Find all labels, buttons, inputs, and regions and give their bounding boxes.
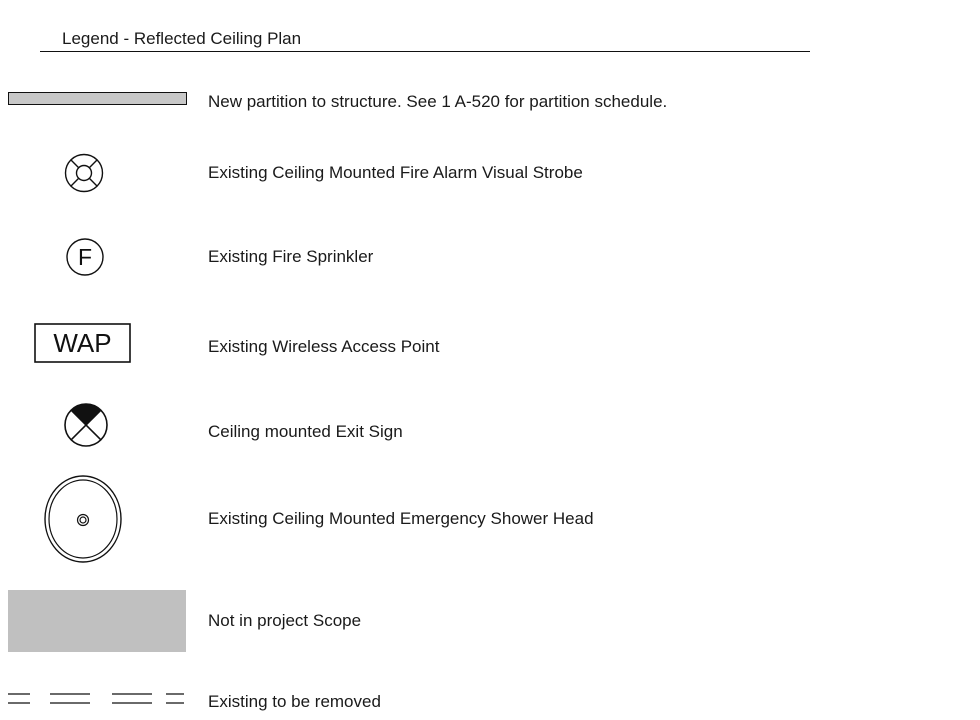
fire-alarm-strobe-icon bbox=[62, 151, 106, 195]
dashed-removal-line-icon bbox=[8, 692, 184, 706]
fire-sprinkler-icon: F bbox=[64, 236, 106, 278]
legend-title-text: Legend - Reflected Ceiling Plan bbox=[62, 29, 302, 48]
fire-sprinkler-label: F bbox=[78, 244, 92, 270]
legend-item-exit-text: Ceiling mounted Exit Sign bbox=[208, 422, 403, 441]
legend-item-removed-text: Existing to be removed bbox=[208, 692, 381, 711]
legend-item-sprinkler-text: Existing Fire Sprinkler bbox=[208, 247, 374, 266]
legend-item-partition-text: New partition to structure. See 1 A-520 … bbox=[208, 92, 668, 111]
wap-label: WAP bbox=[53, 328, 111, 358]
legend-title: Legend - Reflected Ceiling Plan bbox=[40, 27, 810, 52]
legend-item-strobe-text: Existing Ceiling Mounted Fire Alarm Visu… bbox=[208, 163, 583, 182]
legend-item-wap-text: Existing Wireless Access Point bbox=[208, 337, 440, 356]
legend-item-shower-text: Existing Ceiling Mounted Emergency Showe… bbox=[208, 509, 594, 528]
emergency-shower-head-icon bbox=[23, 474, 153, 564]
legend-item-scope-text: Not in project Scope bbox=[208, 611, 362, 630]
exit-sign-icon bbox=[62, 401, 110, 449]
wireless-access-point-icon: WAP bbox=[34, 323, 132, 365]
not-in-scope-swatch bbox=[8, 590, 186, 652]
new-partition-bar-icon bbox=[8, 92, 188, 106]
